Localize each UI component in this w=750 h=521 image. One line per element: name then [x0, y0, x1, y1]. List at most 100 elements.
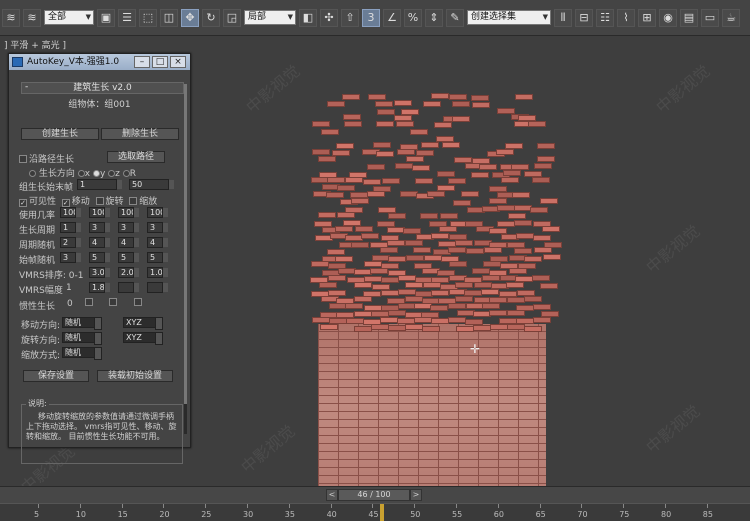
brick [497, 205, 516, 212]
brick-wall-model[interactable] [298, 93, 588, 486]
direction-y-radio[interactable] [92, 170, 100, 177]
scale-checkbox[interactable] [129, 197, 138, 205]
growth-period-move-spinner[interactable]: 3 [89, 222, 110, 233]
inertia-checkbox-2[interactable] [109, 298, 118, 306]
inertia-checkbox-3[interactable] [133, 298, 142, 306]
period-random-scale-spinner[interactable]: 4 [147, 237, 168, 248]
rotate-checkbox[interactable] [95, 197, 104, 205]
named-selection-dropdown[interactable]: 创建选择集 [467, 10, 551, 25]
delete-growth-button[interactable]: 删除生长 [101, 128, 179, 140]
usage-prob-visibility-spinner[interactable]: 100 [60, 207, 81, 218]
mirror-icon[interactable]: ⫴ [554, 8, 572, 27]
move-tool-icon[interactable]: ✥ [181, 8, 199, 27]
edit-named-selection-icon[interactable]: ✎ [446, 8, 464, 27]
time-slider[interactable]: < 46 / 100 > [0, 486, 750, 503]
rotate-axis-select[interactable]: XYZ [123, 332, 163, 345]
pivot-center-icon[interactable]: ◧ [299, 8, 317, 27]
brick [437, 241, 456, 248]
dialog-titlebar[interactable]: AutoKey_V本.强强1.0 – □ × [9, 54, 190, 70]
window-crossing-icon[interactable]: ◫ [160, 8, 178, 27]
percent-snap-icon[interactable]: % [404, 8, 422, 27]
maximize-button[interactable]: □ [152, 56, 168, 68]
scale-tool-icon[interactable]: ◲ [223, 8, 241, 27]
usage-prob-scale-spinner[interactable]: 100 [147, 207, 168, 218]
brick [387, 256, 406, 263]
path-growth-checkbox[interactable] [19, 155, 27, 163]
growth-period-rotate-spinner[interactable]: 3 [118, 222, 139, 233]
rotate-direction-select[interactable]: 随机 [62, 332, 102, 345]
snap-toggle-icon[interactable]: 3 [362, 8, 380, 27]
reference-coord-dropdown[interactable]: 局部 [244, 10, 296, 25]
move-direction-select[interactable]: 随机 [62, 317, 102, 330]
rollout-header[interactable]: - 建筑生长 v2.0 [21, 82, 184, 94]
time-slider-thumb[interactable]: 46 / 100 [338, 489, 410, 501]
growth-period-scale-spinner[interactable]: 3 [147, 222, 168, 233]
rotate-tool-icon[interactable]: ↻ [202, 8, 220, 27]
brick [483, 260, 502, 267]
close-button[interactable]: × [170, 56, 186, 68]
align-icon[interactable]: ⊟ [575, 8, 593, 27]
vmrs-amp-rotate-spinner[interactable] [118, 282, 139, 293]
track-bar[interactable]: 5 10 15 20 25 30 35 40 45 50 55 60 65 70 75 80 85 [0, 503, 750, 521]
ribbon-icon[interactable]: ≋ [23, 8, 41, 27]
move-axis-select[interactable]: XYZ [123, 317, 163, 330]
render-setup-icon[interactable]: ▤ [680, 8, 698, 27]
visibility-checkbox[interactable]: ✓ [19, 199, 27, 207]
schematic-view-icon[interactable]: ⊞ [638, 8, 656, 27]
track-tick-label: 25 [201, 510, 212, 519]
select-object-icon[interactable]: ▣ [97, 8, 115, 27]
brick [436, 136, 455, 143]
move-checkbox[interactable]: ✓ [61, 199, 70, 207]
viewport-label[interactable]: ] 平滑 + 高光 ] [0, 38, 66, 51]
usage-prob-rotate-spinner[interactable]: 100 [118, 207, 139, 218]
save-settings-button[interactable]: 保存设置 [23, 370, 89, 382]
brick [368, 94, 387, 101]
dialog-scrollbar-thumb[interactable] [184, 84, 187, 404]
end-frame-spinner[interactable]: 50 [129, 179, 174, 190]
direction-minus-radio[interactable] [29, 170, 36, 177]
rect-selection-icon[interactable]: ⬚ [139, 8, 157, 27]
start-random-scale-spinner[interactable]: 5 [147, 252, 168, 263]
select-manipulate-icon[interactable]: ✣ [320, 8, 338, 27]
period-random-rotate-spinner[interactable]: 4 [118, 237, 139, 248]
select-by-name-icon[interactable]: ☰ [118, 8, 136, 27]
selection-filter-dropdown[interactable]: 全部 [44, 10, 94, 25]
curve-editor-icon[interactable]: ⌇ [617, 8, 635, 27]
direction-r-radio[interactable] [122, 170, 130, 177]
start-frame-spinner[interactable]: 1 [77, 179, 122, 190]
render-icon[interactable]: ☕ [722, 8, 740, 27]
rotate-label: 旋转 [105, 197, 124, 207]
period-random-visibility-spinner[interactable]: 2 [60, 237, 81, 248]
period-random-move-spinner[interactable]: 4 [89, 237, 110, 248]
time-prev-button[interactable]: < [326, 489, 338, 501]
angle-snap-icon[interactable]: ∠ [383, 8, 401, 27]
inertia-checkbox-1[interactable] [85, 298, 93, 306]
brick [541, 310, 560, 317]
time-next-button[interactable]: > [410, 489, 422, 501]
keyboard-shortcut-icon[interactable]: ⇧ [341, 8, 359, 27]
vmrs-amp-scale-spinner[interactable] [147, 282, 168, 293]
material-editor-icon[interactable]: ◉ [659, 8, 677, 27]
pick-path-button[interactable]: 选取路径 [107, 151, 165, 163]
start-random-visibility-spinner[interactable]: 3 [60, 252, 81, 263]
start-random-rotate-spinner[interactable]: 5 [118, 252, 139, 263]
brick [537, 142, 556, 149]
direction-y-label: y [99, 169, 106, 179]
spinner-snap-icon[interactable]: ⇕ [425, 8, 443, 27]
growth-period-visibility-spinner[interactable]: 1 [60, 222, 81, 233]
vmrs-order-rotate-spinner[interactable]: 2.0 [118, 267, 139, 278]
vmrs-order-scale-spinner[interactable]: 1.0 [147, 267, 168, 278]
direction-x-radio[interactable] [77, 170, 85, 177]
render-frame-icon[interactable]: ▭ [701, 8, 719, 27]
vmrs-amp-move-spinner[interactable]: 1.8 [89, 282, 110, 293]
layers-icon[interactable]: ≋ [2, 8, 20, 27]
move-gizmo-icon[interactable]: ✛ [470, 342, 480, 356]
scale-mode-select[interactable]: 随机 [62, 347, 102, 360]
minimize-button[interactable]: – [134, 56, 150, 68]
layer-manager-icon[interactable]: ☷ [596, 8, 614, 27]
load-defaults-button[interactable]: 装载初始设置 [97, 370, 173, 382]
usage-prob-move-spinner[interactable]: 100 [89, 207, 110, 218]
vmrs-order-move-spinner[interactable]: 3.0 [89, 267, 110, 278]
start-random-move-spinner[interactable]: 5 [89, 252, 110, 263]
create-growth-button[interactable]: 创建生长 [21, 128, 99, 140]
